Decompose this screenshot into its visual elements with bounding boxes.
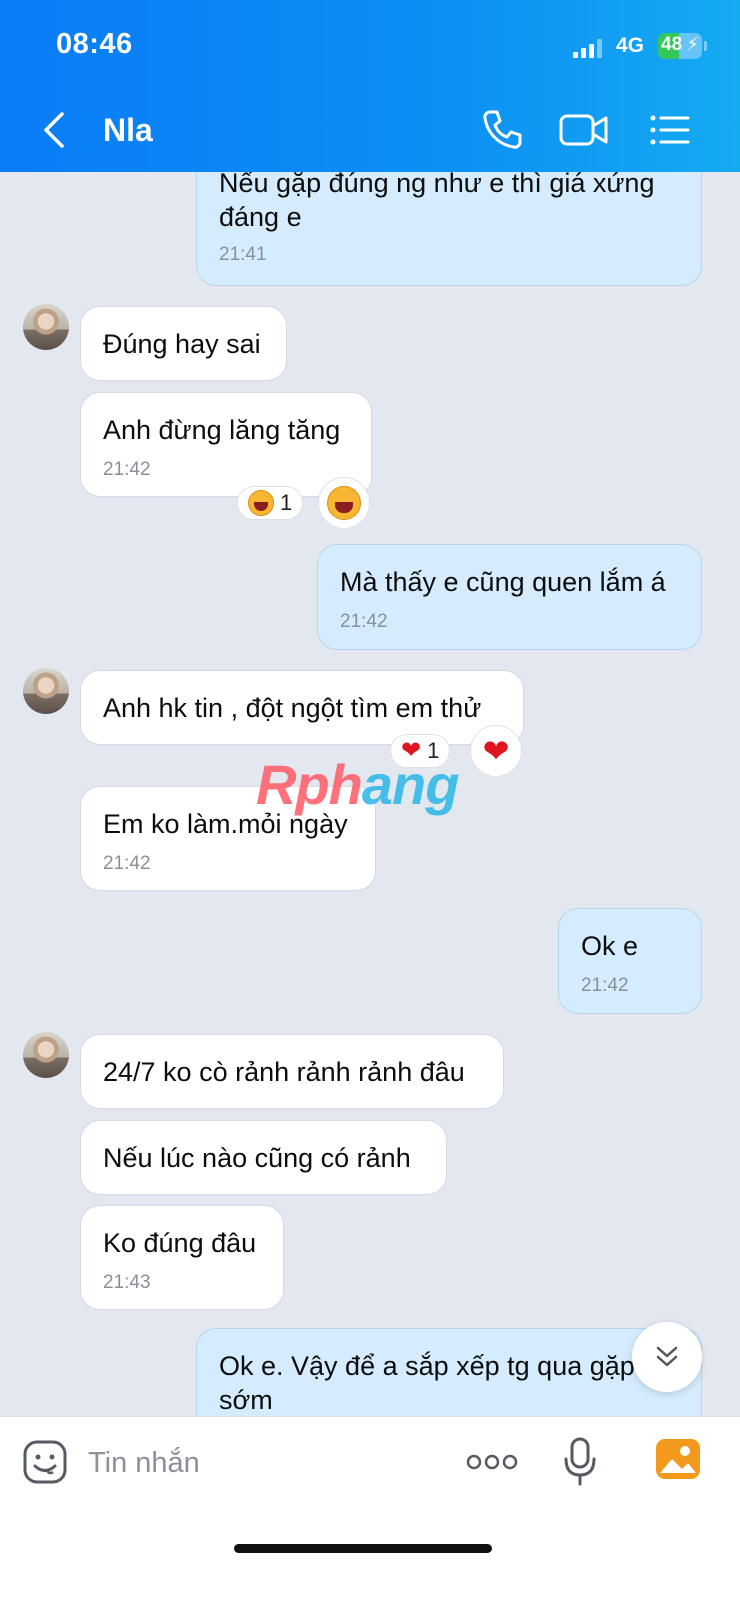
home-indicator bbox=[234, 1544, 492, 1553]
avatar[interactable] bbox=[23, 304, 69, 350]
message-bubble-incoming[interactable]: Ko đúng đâu 21:43 bbox=[80, 1205, 284, 1310]
menu-list-icon[interactable] bbox=[648, 106, 692, 154]
chevron-double-down-icon bbox=[656, 1346, 678, 1367]
avatar[interactable] bbox=[23, 1032, 69, 1078]
scroll-to-bottom-button[interactable] bbox=[632, 1322, 702, 1392]
message-text: Nếu gặp đúng ng như e thì giá xứng đáng … bbox=[219, 172, 655, 232]
video-call-icon[interactable] bbox=[558, 106, 610, 154]
microphone-icon[interactable] bbox=[562, 1437, 598, 1487]
message-text: Ok e. Vậy để a sắp xếp tg qua gặp sớm bbox=[219, 1351, 635, 1415]
battery-level: 48 bbox=[661, 34, 683, 55]
reaction-count: 1 bbox=[280, 490, 293, 515]
signal-icon bbox=[573, 38, 602, 58]
message-time: 21:43 bbox=[103, 1272, 151, 1293]
back-icon[interactable] bbox=[40, 110, 74, 150]
network-type: 4G bbox=[616, 34, 645, 57]
message-bubble-incoming[interactable]: Đúng hay sai bbox=[80, 306, 287, 381]
watermark-logo: Rphang bbox=[256, 752, 460, 817]
message-text: 24/7 ko cò rảnh rảnh rảnh đâu bbox=[103, 1057, 465, 1087]
message-bubble-outgoing[interactable]: Ok e 21:42 bbox=[558, 908, 702, 1014]
watermark-text-2: ang bbox=[361, 753, 460, 816]
message-time: 21:42 bbox=[340, 611, 388, 632]
message-bubble-incoming[interactable]: Nếu lúc nào cũng có rảnh bbox=[80, 1120, 447, 1195]
message-text: Anh hk tin , đột ngột tìm em thử bbox=[103, 693, 482, 723]
avatar[interactable] bbox=[23, 668, 69, 714]
message-bubble-incoming[interactable]: 24/7 ko cò rảnh rảnh rảnh đâu bbox=[80, 1034, 504, 1109]
message-bubble-outgoing[interactable]: Nếu gặp đúng ng như e thì giá xứng đáng … bbox=[196, 172, 702, 286]
reaction-summary[interactable]: 1 bbox=[237, 486, 304, 520]
laugh-emoji-icon bbox=[248, 490, 274, 516]
sticker-icon[interactable] bbox=[22, 1439, 68, 1485]
phone-icon[interactable] bbox=[478, 106, 526, 154]
message-text: Đúng hay sai bbox=[103, 329, 261, 359]
battery-tip bbox=[704, 41, 707, 51]
reaction-button[interactable]: ❤ bbox=[470, 725, 522, 777]
more-icon[interactable] bbox=[466, 1451, 518, 1473]
battery-icon: 48 ⚡ bbox=[658, 33, 702, 59]
message-text: Ko đúng đâu bbox=[103, 1228, 257, 1258]
contact-name[interactable]: Nla bbox=[103, 112, 153, 149]
message-text: Nếu lúc nào cũng có rảnh bbox=[103, 1143, 411, 1173]
message-text: Ok e bbox=[581, 931, 639, 961]
message-time: 21:42 bbox=[103, 853, 151, 874]
heart-emoji-icon: ❤ bbox=[482, 733, 510, 769]
status-time: 08:46 bbox=[56, 28, 133, 60]
message-time: 21:42 bbox=[103, 459, 151, 480]
image-icon[interactable] bbox=[654, 1437, 702, 1481]
watermark-text-1: Rph bbox=[256, 753, 363, 816]
message-bubble-outgoing[interactable]: Mà thấy e cũng quen lắm á 21:42 bbox=[317, 544, 702, 650]
message-time: 21:42 bbox=[581, 975, 629, 996]
message-text: Anh đừng lăng tăng bbox=[103, 415, 341, 445]
chat-header: 08:46 4G 48 ⚡ Nla bbox=[0, 0, 740, 172]
message-time: 21:41 bbox=[219, 244, 267, 265]
message-input[interactable] bbox=[88, 1441, 428, 1485]
charging-icon: ⚡ bbox=[686, 34, 699, 54]
message-bubble-incoming[interactable]: Anh hk tin , đột ngột tìm em thử bbox=[80, 670, 524, 745]
reaction-button[interactable] bbox=[318, 477, 370, 529]
message-text: Mà thấy e cũng quen lắm á bbox=[340, 567, 666, 597]
message-input-bar bbox=[0, 1416, 740, 1600]
laugh-emoji-icon bbox=[327, 486, 361, 520]
